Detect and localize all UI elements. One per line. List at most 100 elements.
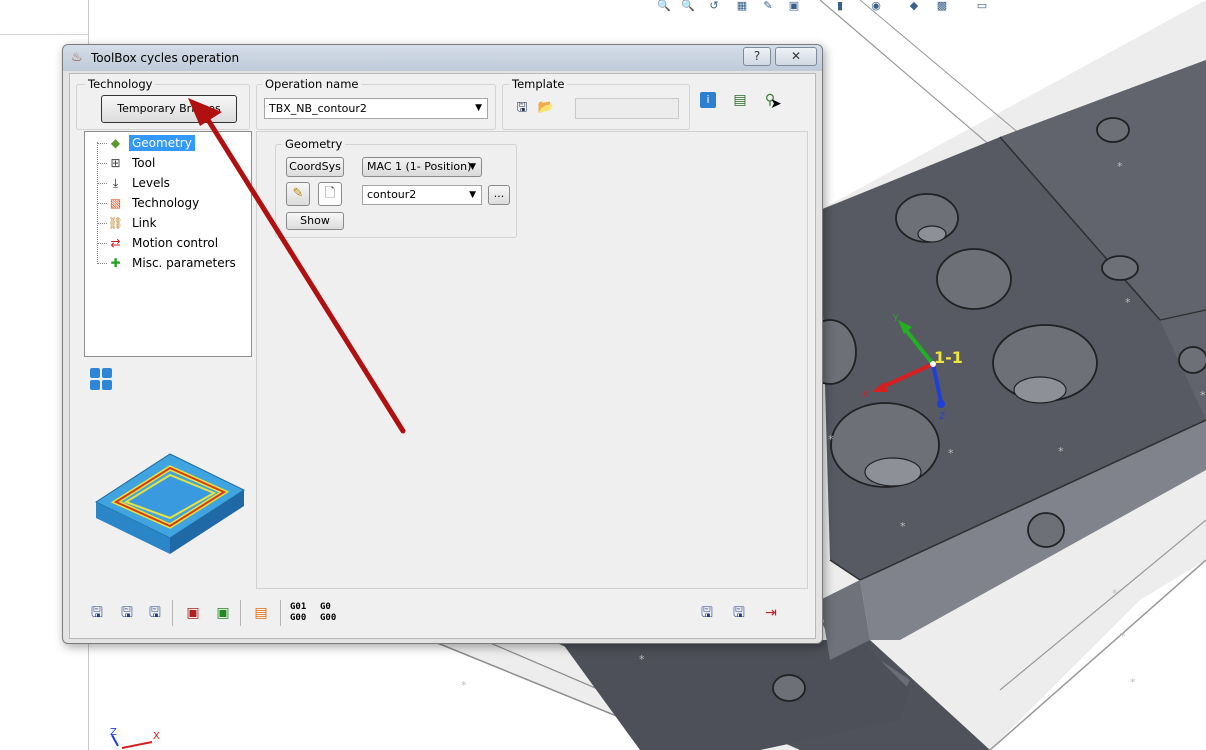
display-style-icon[interactable]: ▮ [831, 0, 849, 12]
view-orientation-icon[interactable]: ▣ [785, 0, 803, 12]
toolbox-cycles-dialog: ♨ ToolBox cycles operation ? ✕ Technolog… [62, 44, 823, 644]
zoom-fit-icon[interactable]: 🔍 [655, 0, 673, 12]
exit-icon[interactable]: ⇥ [760, 602, 782, 624]
save-add-icon[interactable]: 🖫 [696, 602, 718, 624]
tree-connector [97, 263, 107, 264]
origin-z-label: Z [110, 727, 117, 738]
browse-button[interactable]: ... [488, 185, 510, 205]
mouse-cursor-icon: ➤ [770, 96, 782, 112]
coordsys-combo[interactable]: MAC 1 (1- Position) ▼ [362, 157, 482, 177]
link-icon: ⛓ [107, 216, 124, 230]
gcode-bottom-text: G00 [290, 613, 307, 623]
machine-simulation-icon[interactable]: ▤ [730, 90, 750, 110]
gcode-link-icon[interactable]: G0 G00 [320, 602, 344, 626]
info-icon[interactable]: i [700, 92, 716, 108]
save-multi-icon[interactable]: 🖫 [144, 602, 166, 624]
hide-show-icon[interactable]: ◉ [867, 0, 885, 12]
dynamic-annotation-icon[interactable]: ✎ [759, 0, 777, 12]
tree-connector [97, 223, 107, 224]
operation-name-label: Operation name [262, 77, 362, 91]
technology-icon: ▧ [109, 196, 122, 210]
pencil-icon: ✎ [292, 186, 304, 201]
tree-item-misc-parameters[interactable]: ✚ Misc. parameters [85, 254, 245, 272]
calculate-add-icon[interactable]: ▣ [212, 602, 234, 624]
triad-y-label: Y [893, 314, 899, 324]
tree-item-link[interactable]: ⛓ Link [85, 214, 245, 232]
app-icon: ♨ [71, 50, 83, 65]
svg-text:*: * [900, 520, 906, 533]
motion-control-icon: ⇄ [110, 236, 121, 250]
coordsys-value: MAC 1 (1- Position) [367, 160, 472, 173]
save-exit-icon[interactable]: 🖫 [728, 602, 750, 624]
save-template-icon[interactable]: 🖫 [513, 99, 531, 117]
tree-item-label: Tool [132, 156, 156, 170]
calculate-icon[interactable]: ▣ [182, 602, 204, 624]
new-geometry-button[interactable]: 🗋 [318, 182, 342, 206]
operation-preview-image [94, 453, 246, 554]
view-settings-icon[interactable]: ▭ [973, 0, 991, 12]
template-label: Template [509, 77, 568, 91]
tree-item-levels[interactable]: ⤓ Levels [85, 174, 245, 192]
feature-manager-divider [0, 34, 88, 35]
close-button[interactable]: ✕ [775, 47, 817, 66]
zoom-area-icon[interactable]: 🔍 [679, 0, 697, 12]
svg-text:*: * [461, 679, 467, 692]
gcode-top-text: G0 [320, 602, 331, 612]
save-icon[interactable]: 🖫 [86, 602, 108, 624]
window-title: ToolBox cycles operation [91, 51, 240, 65]
grid-view-icon[interactable] [90, 368, 112, 390]
parameter-tree[interactable]: ◆ Geometry ⊞ Tool ⤓ Levels ▧ Technology … [84, 131, 252, 357]
geometry-icon: ◆ [110, 136, 121, 150]
chevron-down-icon: ▼ [469, 162, 476, 172]
edit-appearance-icon[interactable]: ◆ [905, 0, 923, 12]
edit-geometry-button[interactable]: ✎ [286, 182, 310, 206]
svg-text:*: * [1112, 587, 1118, 600]
tree-item-label: Motion control [132, 236, 219, 250]
apply-scene-icon[interactable]: ▩ [933, 0, 951, 12]
triad-x-label: X [862, 390, 869, 400]
svg-text:*: * [1117, 160, 1123, 173]
tree-item-geometry[interactable]: ◆ Geometry [85, 134, 245, 152]
tree-item-technology[interactable]: ▧ Technology [85, 194, 245, 212]
tree-item-label: Link [132, 216, 157, 230]
view-toolbar: 🔍 🔍 ↺ ▦ ✎ ▣ ▮ ◉ ◆ ▩ ▭ [655, 0, 1005, 12]
operation-name-group: Operation name TBX_NB_contour2 ▼ [256, 77, 496, 130]
help-button[interactable]: ? [743, 47, 771, 66]
tree-item-label: Levels [132, 176, 170, 190]
tree-item-label: Geometry [129, 135, 195, 151]
contour-value: contour2 [367, 188, 417, 201]
tree-connector [97, 183, 107, 184]
stock-layers-icon[interactable]: ▤ [250, 602, 272, 624]
title-bar[interactable]: ♨ ToolBox cycles operation ? ✕ [63, 45, 822, 71]
coordsys-label: 1-1 [934, 348, 963, 367]
dialog-body: Technology Temporary Bridges Operation n… [69, 73, 816, 639]
gcode-bottom-text: G00 [320, 613, 337, 623]
svg-text:*: * [948, 447, 954, 460]
toolbar-separator [280, 600, 281, 626]
section-view-icon[interactable]: ▦ [733, 0, 751, 12]
gcode-icon[interactable]: G01 G00 [290, 602, 314, 626]
svg-text:*: * [828, 433, 834, 446]
page-icon: 🗋 [324, 186, 336, 201]
tree-item-motion-control[interactable]: ⇄ Motion control [85, 234, 245, 252]
tree-item-tool[interactable]: ⊞ Tool [85, 154, 245, 172]
svg-text:*: * [1120, 630, 1126, 643]
contour-combo[interactable]: contour2 ▼ [362, 185, 482, 205]
triad-z-label: Z [939, 412, 946, 422]
previous-view-icon[interactable]: ↺ [705, 0, 723, 12]
operation-name-combo[interactable]: TBX_NB_contour2 ▼ [264, 98, 488, 119]
template-field[interactable] [575, 98, 679, 119]
save-calculate-icon[interactable]: 🖫 [116, 602, 138, 624]
tree-connector [97, 203, 107, 204]
show-button[interactable]: Show [286, 212, 344, 230]
chevron-down-icon: ▼ [475, 103, 482, 113]
origin-x-label: X [153, 731, 160, 742]
technology-group-label: Technology [85, 77, 156, 91]
tree-item-label: Technology [132, 196, 200, 210]
tree-connector [97, 243, 107, 244]
coordsys-button[interactable]: CoordSys [286, 157, 344, 177]
open-template-icon[interactable]: 📂 [537, 99, 555, 117]
bottom-toolbar: 🖫 🖫 🖫 ▣ ▣ ▤ G01 G00 G0 G00 🖫 🖫 ⇥ [86, 600, 806, 630]
toolbar-separator [172, 600, 173, 626]
temporary-bridges-button[interactable]: Temporary Bridges [101, 95, 237, 123]
